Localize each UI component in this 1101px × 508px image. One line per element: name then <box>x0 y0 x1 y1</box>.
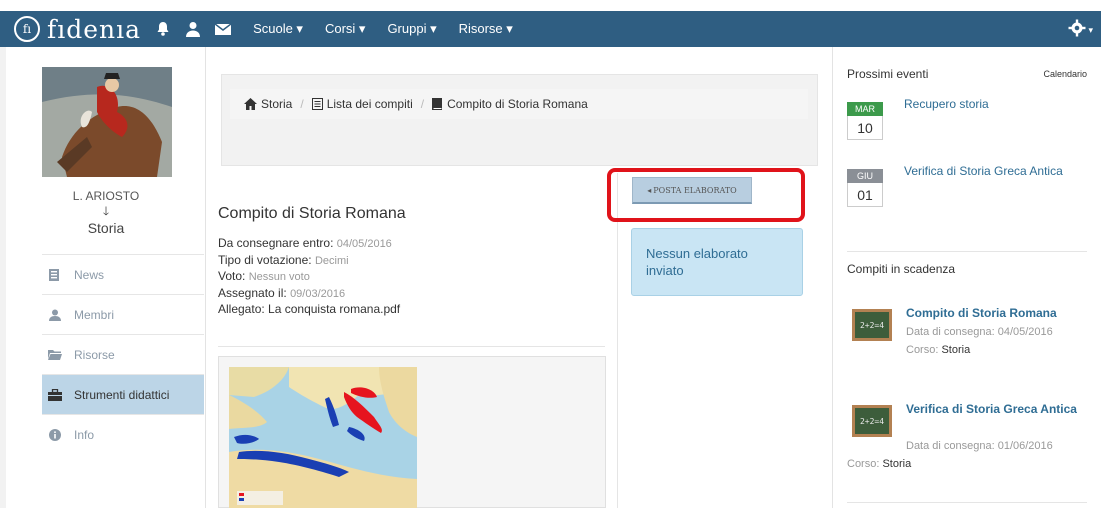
menu-scuole[interactable]: Scuole ▾ <box>253 21 303 37</box>
teacher-name: L. ARIOSTO <box>72 189 140 203</box>
breadcrumb-label: Lista dei compiti <box>326 97 413 111</box>
divider <box>847 251 1087 252</box>
event-title: Verifica di Storia Greca Antica <box>904 164 1063 178</box>
grade-label: Voto: <box>218 269 246 283</box>
event-month: MAR <box>847 102 883 116</box>
page: fı fıdenıa Scuole ▾ Corsi ▾ Gruppi ▾ Ris… <box>0 0 1101 508</box>
menu-gruppi[interactable]: Gruppi ▾ <box>387 21 436 37</box>
breadcrumb: Storia / Lista dei compiti / Compito di … <box>230 89 808 119</box>
event-title: Recupero storia <box>904 97 989 111</box>
sidebar-item-info[interactable]: Info <box>42 414 204 454</box>
top-strip <box>0 0 1101 11</box>
grade-value: Nessun voto <box>248 271 310 283</box>
breadcrumb-separator: / <box>300 97 304 111</box>
news-icon <box>48 268 62 281</box>
sidebar-item-membri[interactable]: Membri <box>42 294 204 334</box>
main-content: Storia / Lista dei compiti / Compito di … <box>207 47 830 508</box>
divider <box>847 502 1087 503</box>
bell-icon[interactable] <box>155 21 171 37</box>
chalkboard-icon: 2+2=4 <box>852 405 892 437</box>
due-task-date: Data di consegna: 01/06/2016 <box>906 440 1053 452</box>
gear-icon <box>1068 19 1086 42</box>
sidebar-item-label: Membri <box>74 307 115 322</box>
event-date-badge: MAR 10 <box>847 102 883 140</box>
events-header: Prossimi eventi <box>847 67 929 81</box>
attachment-link[interactable]: La conquista romana.pdf <box>268 302 400 316</box>
event-date-badge: GIU 01 <box>847 169 883 207</box>
breadcrumb-label: Storia <box>261 97 293 111</box>
course-label: Corso: <box>847 458 880 470</box>
sidebar-item-strumenti-didattici[interactable]: Strumenti didattici <box>42 374 204 414</box>
column-divider <box>617 173 618 508</box>
due-task-course: Corso: Storia <box>906 343 970 358</box>
main-menu: Scuole ▾ Corsi ▾ Gruppi ▾ Risorse ▾ <box>253 21 535 37</box>
breadcrumb-label: Compito di Storia Romana <box>447 97 588 111</box>
info-icon <box>48 428 62 441</box>
folder-icon <box>48 349 62 361</box>
due-task-date: Data di consegna: 04/05/2016 <box>906 326 1053 338</box>
briefcase-icon <box>48 388 62 401</box>
list-icon <box>311 98 323 110</box>
divider <box>218 346 605 347</box>
sidebar-item-label: News <box>74 267 105 282</box>
grading-label: Tipo di votazione: <box>218 252 312 267</box>
chalkboard-icon: 2+2=4 <box>852 309 892 341</box>
left-sidebar: L. ARIOSTO 🡓 Storia News Membri Risorse … <box>6 47 206 508</box>
highlight-annotation <box>607 168 805 222</box>
chevron-down-icon: ▾ <box>1088 25 1093 35</box>
grading-value: Decimi <box>314 254 349 267</box>
event-day: 10 <box>847 116 883 140</box>
logo[interactable]: fı fıdenıa <box>14 15 141 44</box>
logo-text: fıdenıa <box>47 14 142 44</box>
user-icon[interactable] <box>185 21 201 37</box>
due-task-title[interactable]: Compito di Storia Romana <box>906 305 1096 321</box>
breadcrumb-panel: Storia / Lista dei compiti / Compito di … <box>221 74 818 166</box>
breadcrumb-separator: / <box>420 97 425 111</box>
attachment-preview <box>218 356 606 508</box>
course-avatar <box>42 67 172 177</box>
top-navbar: fı fıdenıa Scuole ▾ Corsi ▾ Gruppi ▾ Ris… <box>0 11 1101 47</box>
breadcrumb-item-storia[interactable]: Storia <box>244 97 292 111</box>
home-icon <box>244 98 257 110</box>
book-icon <box>432 98 443 110</box>
due-task-title[interactable]: Verifica di Storia Greca Antica <box>906 401 1096 417</box>
calendar-link[interactable]: Calendario <box>1043 69 1087 79</box>
map-image[interactable] <box>229 367 417 508</box>
assigned-value: 09/03/2016 <box>290 287 346 300</box>
attachment-label: Allegato: <box>218 302 265 316</box>
due-label: Da consegnare entro: <box>218 236 334 250</box>
user-icon <box>48 309 62 321</box>
sidebar-item-risorse[interactable]: Risorse <box>42 334 204 374</box>
sidebar-item-label: Info <box>74 427 95 442</box>
settings-menu[interactable]: ▾ <box>1068 19 1093 42</box>
course-name: Storia <box>87 220 125 236</box>
event-day: 01 <box>847 183 883 207</box>
event-month: GIU <box>847 169 883 183</box>
breadcrumb-item-lista-compiti[interactable]: Lista dei compiti <box>311 97 413 111</box>
side-menu: News Membri Risorse Strumenti didattici … <box>42 254 204 454</box>
due-task-course: Corso: Storia <box>847 457 911 472</box>
menu-risorse[interactable]: Risorse ▾ <box>459 21 513 37</box>
logo-mark: fı <box>14 16 40 42</box>
sidebar-item-news[interactable]: News <box>42 254 204 294</box>
submission-status-alert: Nessun elaborato inviato <box>631 228 803 296</box>
sidebar-item-label: Risorse <box>74 347 115 362</box>
course-value: Storia <box>882 458 912 470</box>
envelope-icon[interactable] <box>215 22 232 36</box>
menu-corsi[interactable]: Corsi ▾ <box>325 21 365 37</box>
assigned-label: Assegnato il: <box>218 285 287 300</box>
course-value: Storia <box>941 344 971 356</box>
due-value: 04/05/2016 <box>336 238 392 250</box>
right-sidebar: Prossimi eventi Calendario MAR 10 Recupe… <box>832 47 1101 508</box>
breadcrumb-item-compito: Compito di Storia Romana <box>432 97 588 111</box>
assignment-details: Da consegnare entro: 04/05/2016 Tipo di … <box>218 236 400 318</box>
due-tasks-header: Compiti in scadenza <box>847 262 956 276</box>
sidebar-item-label: Strumenti didattici <box>74 387 170 402</box>
assignment-title: Compito di Storia Romana <box>218 205 406 222</box>
course-label: Corso: <box>906 344 939 356</box>
